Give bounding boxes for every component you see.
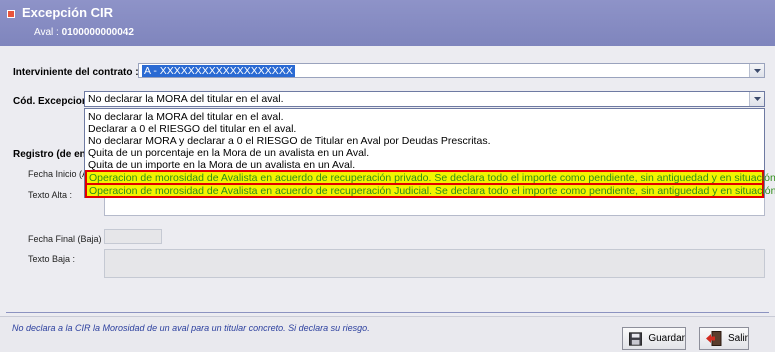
aval-label: Aval :: [34, 27, 59, 38]
cod-excepcion-combo[interactable]: No declarar la MORA del titular en el av…: [84, 91, 765, 107]
dropdown-option-highlighted[interactable]: Operacion de morosidad de Avalista en ac…: [85, 183, 775, 198]
fecha-inicio-label: Fecha Inicio (Alt: [28, 169, 93, 179]
dropdown-option[interactable]: Declarar a 0 el RIESGO del titular en el…: [88, 123, 296, 135]
window-close-icon[interactable]: [7, 10, 15, 18]
texto-alta-label: Texto Alta :: [28, 190, 73, 200]
salir-button[interactable]: Salir: [699, 327, 749, 350]
dropdown-option-label: Operacion de morosidad de Avalista en ac…: [89, 185, 775, 197]
chevron-down-icon[interactable]: [749, 64, 764, 77]
dropdown-option[interactable]: No declarar MORA y declarar a 0 el RIESG…: [88, 135, 490, 147]
texto-baja-input[interactable]: [104, 249, 765, 278]
footer: No declara a la CIR la Morosidad de un a…: [0, 316, 775, 352]
chevron-down-icon[interactable]: [749, 92, 764, 106]
salir-label: Salir: [727, 333, 748, 344]
footer-divider: [6, 312, 769, 313]
cod-excepcion-value: No declarar la MORA del titular en el av…: [88, 93, 284, 105]
cod-excepcion-label: Cód. Excepcion :: [13, 96, 95, 107]
cod-excepcion-dropdown-list: No declarar la MORA del titular en el av…: [84, 108, 775, 198]
texto-baja-label: Texto Baja :: [28, 254, 76, 264]
window-title: Excepción CIR: [22, 5, 114, 20]
registro-label: Registro (de entr: [13, 149, 94, 160]
interviniente-label: Interviniente del contrato :: [13, 67, 139, 78]
help-message: No declara a la CIR la Morosidad de un a…: [12, 323, 370, 333]
dropdown-option[interactable]: Quita de un porcentaje en la Mora de un …: [88, 147, 369, 159]
window-header: Excepción CIR Aval : 0100000000042: [0, 0, 775, 46]
fecha-final-input[interactable]: [104, 229, 162, 244]
interviniente-value: A - XXXXXXXXXXXXXXXXXXX: [142, 65, 295, 77]
fecha-final-label: Fecha Final (Baja) :: [28, 234, 107, 244]
dropdown-option[interactable]: No declarar la MORA del titular en el av…: [88, 111, 284, 123]
save-icon: [629, 331, 643, 346]
aval-info: Aval : 0100000000042: [34, 27, 134, 38]
guardar-label: Guardar: [648, 333, 685, 344]
guardar-button[interactable]: Guardar: [622, 327, 686, 350]
exit-icon: [706, 331, 722, 346]
aval-value: 0100000000042: [61, 27, 134, 38]
interviniente-combo[interactable]: A - XXXXXXXXXXXXXXXXXXX: [138, 63, 765, 78]
